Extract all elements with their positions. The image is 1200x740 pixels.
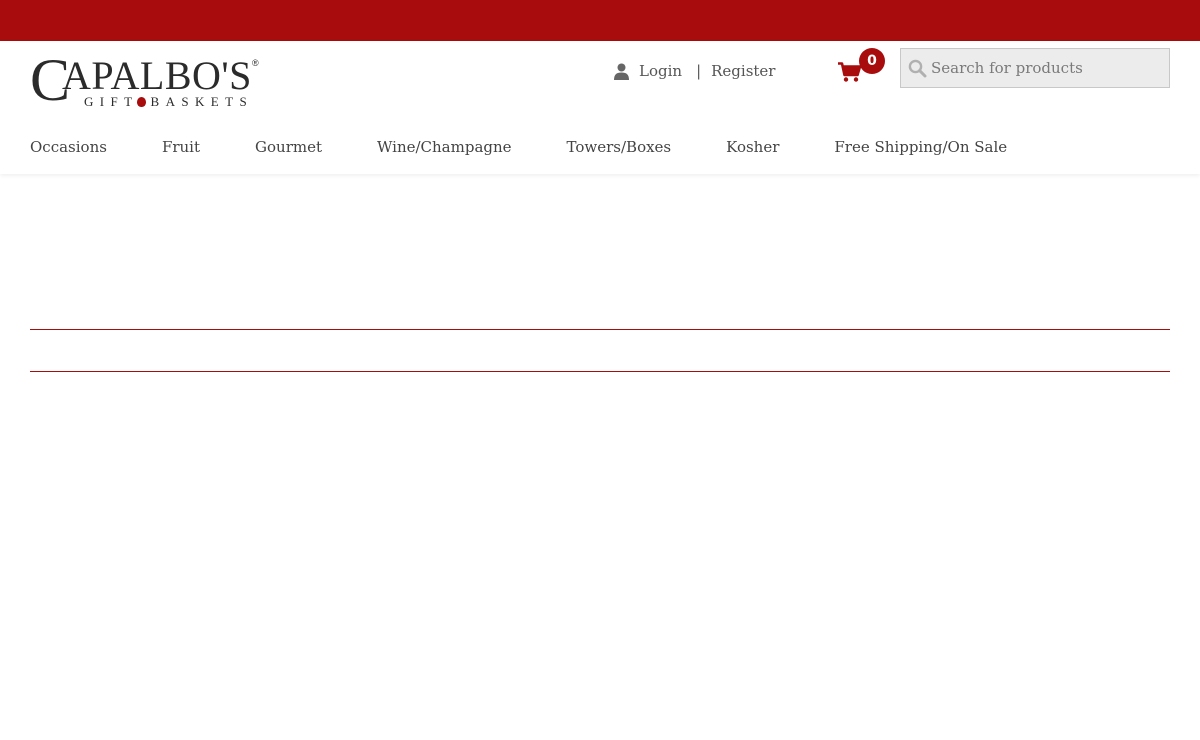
apple-icon xyxy=(136,97,146,107)
logo-name: APALBO'S xyxy=(62,53,252,98)
logo-tagline-left: GIFT xyxy=(84,94,139,109)
nav-item-free-shipping-on-sale[interactable]: Free Shipping/On Sale xyxy=(834,138,1007,156)
site-header: CAPALBO'S ® GIFT BASKETS Login | Register… xyxy=(0,41,1200,174)
logo-tagline: GIFT BASKETS xyxy=(84,95,253,108)
account-separator: | xyxy=(696,62,702,80)
top-banner-bar xyxy=(0,0,1200,41)
content-divider-bottom xyxy=(30,371,1170,372)
main-navigation: Occasions Fruit Gourmet Wine/Champagne T… xyxy=(30,135,1062,159)
search-input[interactable] xyxy=(931,49,1167,87)
search-box xyxy=(900,48,1170,88)
user-icon xyxy=(614,63,629,80)
nav-item-occasions[interactable]: Occasions xyxy=(30,138,107,156)
register-link[interactable]: Register xyxy=(711,62,775,80)
cart-count-badge: 0 xyxy=(859,48,885,74)
cart-button[interactable]: 0 xyxy=(838,48,888,89)
nav-item-fruit[interactable]: Fruit xyxy=(162,138,200,156)
logo-registered-mark: ® xyxy=(252,58,259,68)
login-link[interactable]: Login xyxy=(639,62,682,80)
nav-item-towers-boxes[interactable]: Towers/Boxes xyxy=(567,138,672,156)
logo-tagline-right: BASKETS xyxy=(150,94,254,109)
content-divider-top xyxy=(30,329,1170,330)
nav-item-kosher[interactable]: Kosher xyxy=(726,138,779,156)
search-icon[interactable] xyxy=(908,59,927,78)
account-links: Login | Register xyxy=(614,61,775,81)
shopping-cart-icon xyxy=(838,62,862,82)
nav-item-gourmet[interactable]: Gourmet xyxy=(255,138,322,156)
capalbos-logo[interactable]: CAPALBO'S ® GIFT BASKETS xyxy=(30,50,262,112)
nav-item-wine-champagne[interactable]: Wine/Champagne xyxy=(377,138,512,156)
